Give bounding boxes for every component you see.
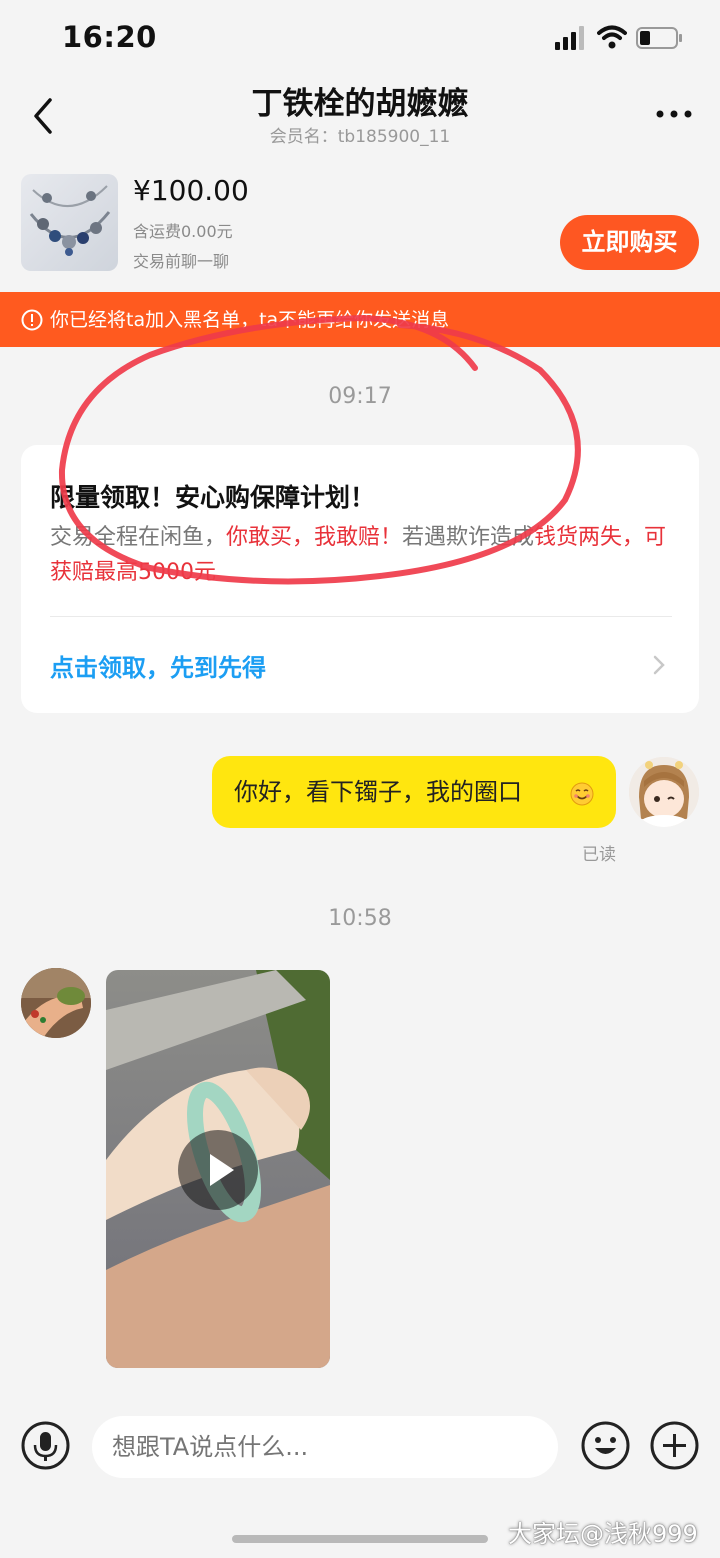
claim-link[interactable]: 点击领取，先到先得 <box>50 648 266 683</box>
promo-body-text: 交易全程在闲鱼， <box>50 525 227 550</box>
wifi-icon <box>597 25 627 49</box>
watermark: 大家坛@浅秋999 <box>508 1520 698 1548</box>
status-time: 16:20 <box>62 20 157 54</box>
cellular-signal-icon <box>555 26 584 50</box>
promo-body: 交易全程在闲鱼，你敢买，我敢赔！若遇欺诈造成钱货两失，可获赔最高5000元 <box>50 520 670 590</box>
my-message-bubble[interactable]: 你好，看下镯子，我的圈口 <box>212 756 616 828</box>
promo-body-text: 若遇欺诈造成 <box>402 525 535 550</box>
plus-icon[interactable] <box>650 1421 699 1470</box>
member-name: 会员名：tb185900_11 <box>269 127 451 147</box>
promo-title: 限量领取！安心购保障计划！ <box>50 483 376 512</box>
home-indicator <box>232 1535 488 1543</box>
chevron-right-icon[interactable] <box>652 655 666 675</box>
emoji-icon[interactable] <box>581 1421 630 1470</box>
product-thumbnail[interactable] <box>21 174 118 271</box>
shipping-fee: 含运费0.00元 <box>133 222 233 241</box>
warning-icon <box>21 309 43 331</box>
buy-now-button[interactable]: 立即购买 <box>560 215 699 270</box>
message-time: 10:58 <box>328 906 392 931</box>
more-icon[interactable] <box>654 104 694 124</box>
message-input[interactable] <box>92 1416 558 1478</box>
divider <box>50 616 672 617</box>
promo-body-highlight: 你敢买，我敢赔！ <box>226 525 403 550</box>
product-price: ¥100.00 <box>133 174 249 207</box>
play-icon[interactable] <box>178 1130 258 1210</box>
smiling-emoji-icon <box>570 782 594 806</box>
chat-title: 丁铁栓的胡嬷嬷 <box>251 86 469 122</box>
blacklist-text: 你已经将ta加入黑名单，ta不能再给你发送消息 <box>50 309 450 331</box>
battery-icon <box>636 27 682 49</box>
my-avatar[interactable] <box>629 757 699 827</box>
read-status: 已读 <box>582 845 616 865</box>
message-time: 09:17 <box>328 384 392 409</box>
contact-avatar[interactable] <box>21 968 91 1038</box>
chat-hint: 交易前聊一聊 <box>133 252 230 271</box>
microphone-icon[interactable] <box>21 1421 70 1470</box>
